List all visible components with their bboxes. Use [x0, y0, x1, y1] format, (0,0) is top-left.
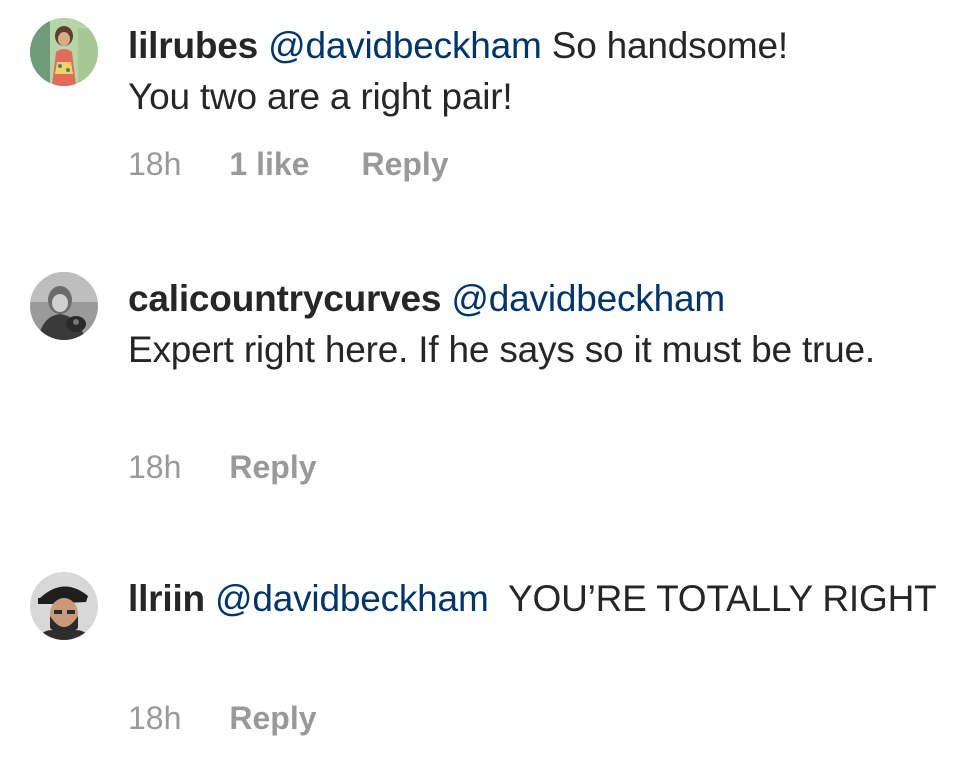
comment-meta: 18h Reply — [128, 700, 317, 737]
user-avatar-photo-icon — [30, 572, 98, 640]
comment-mention[interactable]: @davidbeckham — [268, 25, 542, 66]
comment-likes-count[interactable]: 1 like — [229, 146, 309, 183]
comment-meta: 18h 1 like Reply — [128, 146, 449, 183]
reply-button[interactable]: Reply — [361, 146, 448, 183]
comment-meta: 18h Reply — [128, 449, 317, 486]
reply-button[interactable]: Reply — [229, 700, 316, 737]
comment-timestamp: 18h — [128, 449, 182, 485]
reply-button[interactable]: Reply — [229, 449, 316, 486]
avatar[interactable] — [30, 272, 98, 340]
comment-timestamp: 18h — [128, 146, 182, 182]
comment-mention[interactable]: @davidbeckham — [215, 578, 489, 619]
comment-body: So handsome! — [541, 25, 788, 66]
comment-mention[interactable]: @davidbeckham — [451, 278, 725, 319]
comment-body-continued: You two are a right pair! — [128, 76, 513, 117]
user-avatar-photo-icon — [30, 18, 98, 86]
comment-text: lilrubes @davidbeckham So handsome! You … — [128, 20, 948, 122]
comment-username[interactable]: lilrubes — [128, 25, 258, 66]
avatar[interactable] — [30, 572, 98, 640]
comment-text: llriin @davidbeckham YOU’RE TOTALLY RIGH… — [128, 573, 948, 624]
comment-username[interactable]: calicountrycurves — [128, 278, 442, 319]
user-avatar-photo-icon — [30, 272, 98, 340]
comment-body: YOU’RE TOTALLY RIGHT — [488, 578, 937, 619]
comment-username[interactable]: llriin — [128, 578, 205, 619]
avatar[interactable] — [30, 18, 98, 86]
comment-text: calicountrycurves @davidbeckham Expert r… — [128, 273, 948, 375]
comment-timestamp: 18h — [128, 700, 182, 736]
comment-body-continued: Expert right here. If he says so it must… — [128, 329, 875, 370]
